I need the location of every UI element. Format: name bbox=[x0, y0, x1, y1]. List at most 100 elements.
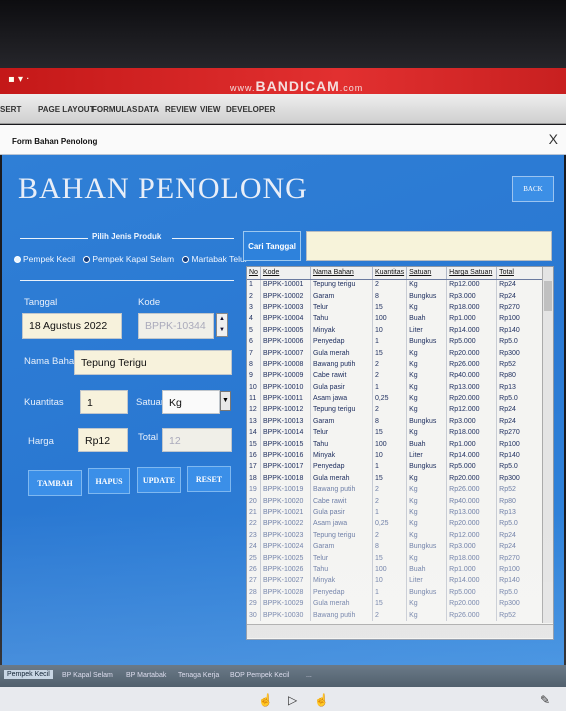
table-row[interactable]: 8 BPPK-10008 Bawang putih 2 Kg Rp26.000 Rp52 bbox=[247, 358, 553, 371]
table-row[interactable]: 21 BPPK-10021 Gula pasir 1 Kg Rp13.000 Rp13 bbox=[247, 506, 553, 519]
tab-data[interactable]: DATA bbox=[138, 105, 159, 114]
satuan-select[interactable]: Kg bbox=[162, 390, 220, 414]
tambah-button[interactable]: TAMBAH bbox=[28, 470, 82, 496]
radio-icon bbox=[83, 256, 91, 264]
table-row[interactable]: 11 BPPK-10011 Asam jawa 0,25 Kg Rp20.000 Rp5.0 bbox=[247, 392, 553, 405]
quick-access-toolbar[interactable]: ▪ ▾ · bbox=[8, 74, 29, 85]
table-row[interactable]: 20 BPPK-10020 Cabe rawit 2 Kg Rp40.000 Rp80 bbox=[247, 495, 553, 507]
radio-pempek-kapal-selam[interactable]: Pempek Kapal Selam bbox=[83, 254, 174, 264]
tab-insert[interactable]: SERT bbox=[0, 105, 21, 114]
sheet-tab-pempek-kecil[interactable]: Pempek Kecil bbox=[4, 670, 53, 679]
sheet-tab-bop-pempek-kecil[interactable]: BOP Pempek Kecil bbox=[230, 672, 289, 679]
table-row[interactable]: 10 BPPK-10010 Gula pasir 1 Kg Rp13.000 Rp13 bbox=[247, 381, 553, 393]
kuantitas-field[interactable]: 1 bbox=[80, 390, 128, 414]
table-row[interactable]: 23 BPPK-10023 Tepung terigu 2 Kg Rp12.000 Rp24 bbox=[247, 529, 553, 541]
sheet-tab-bp-martabak[interactable]: BP Martabak bbox=[126, 672, 166, 679]
reset-button[interactable]: RESET bbox=[187, 466, 231, 492]
table-cell: 5 bbox=[247, 324, 261, 336]
nama-bahan-field[interactable]: Tepung Terigu bbox=[74, 350, 232, 375]
vertical-scrollbar[interactable] bbox=[542, 267, 553, 623]
table-row[interactable]: 14 BPPK-10014 Telur 15 Kg Rp18.000 Rp270 bbox=[247, 427, 553, 439]
table-row[interactable]: 30 BPPK-10030 Bawang putih 2 Kg Rp26.000 Rp52 bbox=[247, 609, 553, 621]
column-header: Satuan bbox=[406, 267, 448, 280]
table-cell: Kg bbox=[406, 597, 448, 610]
table-cell: Rp20.000 bbox=[446, 518, 498, 530]
table-cell: BPPK-10019 bbox=[260, 484, 311, 496]
touch-icon[interactable]: ☝ bbox=[314, 693, 329, 707]
table-cell: BPPK-10030 bbox=[260, 609, 311, 621]
table-cell: 7 bbox=[247, 347, 261, 359]
produk-section-label: Pilih Jenis Produk bbox=[92, 232, 162, 241]
table-cell: BPPK-10009 bbox=[260, 370, 311, 382]
tab-formulas[interactable]: FORMULAS bbox=[92, 105, 137, 114]
tanggal-field[interactable]: 18 Agustus 2022 bbox=[22, 313, 122, 339]
radio-pempek-kecil[interactable]: Pempek Kecil bbox=[14, 254, 75, 264]
tab-developer[interactable]: DEVELOPER bbox=[226, 105, 275, 114]
tab-page-layout[interactable]: PAGE LAYOUT bbox=[38, 105, 94, 114]
table-row[interactable]: 29 BPPK-10029 Gula merah 15 Kg Rp20.000 Rp300 bbox=[247, 597, 553, 610]
table-cell: BPPK-10023 bbox=[260, 529, 311, 541]
table-cell: 15 bbox=[372, 597, 408, 610]
horizontal-scrollbar[interactable] bbox=[247, 624, 553, 638]
tab-review[interactable]: REVIEW bbox=[165, 105, 197, 114]
table-row[interactable]: 1 BPPK-10001 Tepung terigu 2 Kg Rp12.000 Rp24 bbox=[247, 279, 553, 291]
table-row[interactable]: 5 BPPK-10005 Minyak 10 Liter Rp14.000 Rp140 bbox=[247, 324, 553, 336]
table-row[interactable]: 24 BPPK-10024 Garam 8 Bungkus Rp3.000 Rp24 bbox=[247, 540, 553, 553]
table-cell: Gula merah bbox=[310, 472, 373, 485]
table-cell: Rp5.000 bbox=[446, 461, 498, 473]
table-cell: 1 bbox=[372, 506, 408, 519]
bahan-listbox[interactable]: No Kode Nama Bahan Kuantitas Satuan Harg… bbox=[246, 266, 554, 640]
table-row[interactable]: 9 BPPK-10009 Cabe rawit 2 Kg Rp40.000 Rp80 bbox=[247, 370, 553, 382]
table-cell: 20 bbox=[247, 495, 261, 507]
table-cell: BPPK-10026 bbox=[260, 563, 311, 576]
close-icon[interactable]: X bbox=[549, 131, 558, 147]
table-row[interactable]: 18 BPPK-10018 Gula merah 15 Kg Rp20.000 Rp300 bbox=[247, 472, 553, 485]
chevron-down-icon[interactable]: ▼ bbox=[220, 391, 231, 411]
table-row[interactable]: 6 BPPK-10006 Penyedap 1 Bungkus Rp5.000 Rp5.0 bbox=[247, 335, 553, 348]
table-cell: 6 bbox=[247, 335, 261, 348]
table-row[interactable]: 3 BPPK-10003 Telur 15 Kg Rp18.000 Rp270 bbox=[247, 301, 553, 314]
column-header: Nama Bahan bbox=[310, 267, 373, 280]
table-row[interactable]: 26 BPPK-10026 Tahu 100 Buah Rp1.000 Rp100 bbox=[247, 563, 553, 576]
play-icon[interactable]: ▷ bbox=[288, 693, 297, 707]
table-row[interactable]: 2 BPPK-10002 Garam 8 Bungkus Rp3.000 Rp24 bbox=[247, 290, 553, 302]
table-cell: 30 bbox=[247, 609, 261, 621]
sheet-tab-bp-kapal-selam[interactable]: BP Kapal Selam bbox=[62, 672, 113, 679]
table-cell: Minyak bbox=[310, 449, 373, 462]
hapus-button[interactable]: HAPUS bbox=[88, 468, 130, 494]
touch-icon[interactable]: ☝ bbox=[258, 693, 273, 707]
table-row[interactable]: 17 BPPK-10017 Penyedap 1 Bungkus Rp5.000 Rp5.0 bbox=[247, 461, 553, 473]
table-row[interactable]: 25 BPPK-10025 Telur 15 Kg Rp18.000 Rp270 bbox=[247, 552, 553, 564]
table-cell: Kg bbox=[406, 484, 448, 496]
table-cell: Penyedap bbox=[310, 335, 373, 348]
table-row[interactable]: 28 BPPK-10028 Penyedap 1 Bungkus Rp5.000 Rp5.0 bbox=[247, 586, 553, 598]
back-button[interactable]: BACK bbox=[512, 176, 554, 202]
table-row[interactable]: 4 BPPK-10004 Tahu 100 Buah Rp1.000 Rp100 bbox=[247, 313, 553, 325]
table-row[interactable]: 27 BPPK-10027 Minyak 10 Liter Rp14.000 Rp140 bbox=[247, 575, 553, 587]
table-row[interactable]: 12 BPPK-10012 Tepung terigu 2 Kg Rp12.000 Rp24 bbox=[247, 404, 553, 416]
table-row[interactable]: 7 BPPK-10007 Gula merah 15 Kg Rp20.000 Rp300 bbox=[247, 347, 553, 359]
table-cell: Bungkus bbox=[406, 335, 448, 348]
sheet-tab-more[interactable]: ... bbox=[306, 672, 312, 679]
total-field[interactable]: 12 bbox=[162, 428, 232, 452]
scroll-thumb[interactable] bbox=[544, 281, 552, 311]
kode-spinner[interactable]: ▲ ▼ bbox=[216, 313, 228, 337]
cari-tanggal-button[interactable]: Cari Tanggal bbox=[243, 231, 301, 261]
pen-icon[interactable]: ✎ bbox=[540, 693, 550, 707]
table-cell: 15 bbox=[372, 472, 408, 485]
table-row[interactable]: 16 BPPK-10016 Minyak 10 Liter Rp14.000 Rp140 bbox=[247, 449, 553, 462]
harga-field[interactable]: Rp12 bbox=[78, 428, 128, 452]
table-row[interactable]: 13 BPPK-10013 Garam 8 Bungkus Rp3.000 Rp24 bbox=[247, 415, 553, 428]
table-cell: 23 bbox=[247, 529, 261, 541]
table-row[interactable]: 15 BPPK-10015 Tahu 100 Buah Rp1.000 Rp100 bbox=[247, 438, 553, 450]
table-cell: Kg bbox=[406, 358, 448, 371]
radio-martabak-telur[interactable]: Martabak Telur bbox=[182, 254, 248, 264]
update-button[interactable]: UPDATE bbox=[137, 467, 181, 493]
table-row[interactable]: 22 BPPK-10022 Asam jawa 0,25 Kg Rp20.000 Rp5.0 bbox=[247, 518, 553, 530]
kode-field[interactable]: BPPK-10344 bbox=[138, 313, 214, 339]
sheet-tab-tenaga-kerja[interactable]: Tenaga Kerja bbox=[178, 672, 219, 679]
table-row[interactable]: 19 BPPK-10019 Bawang putih 2 Kg Rp26.000 Rp52 bbox=[247, 484, 553, 496]
table-cell: BPPK-10021 bbox=[260, 506, 311, 519]
cari-tanggal-input[interactable] bbox=[306, 231, 552, 261]
tab-view[interactable]: VIEW bbox=[200, 105, 220, 114]
